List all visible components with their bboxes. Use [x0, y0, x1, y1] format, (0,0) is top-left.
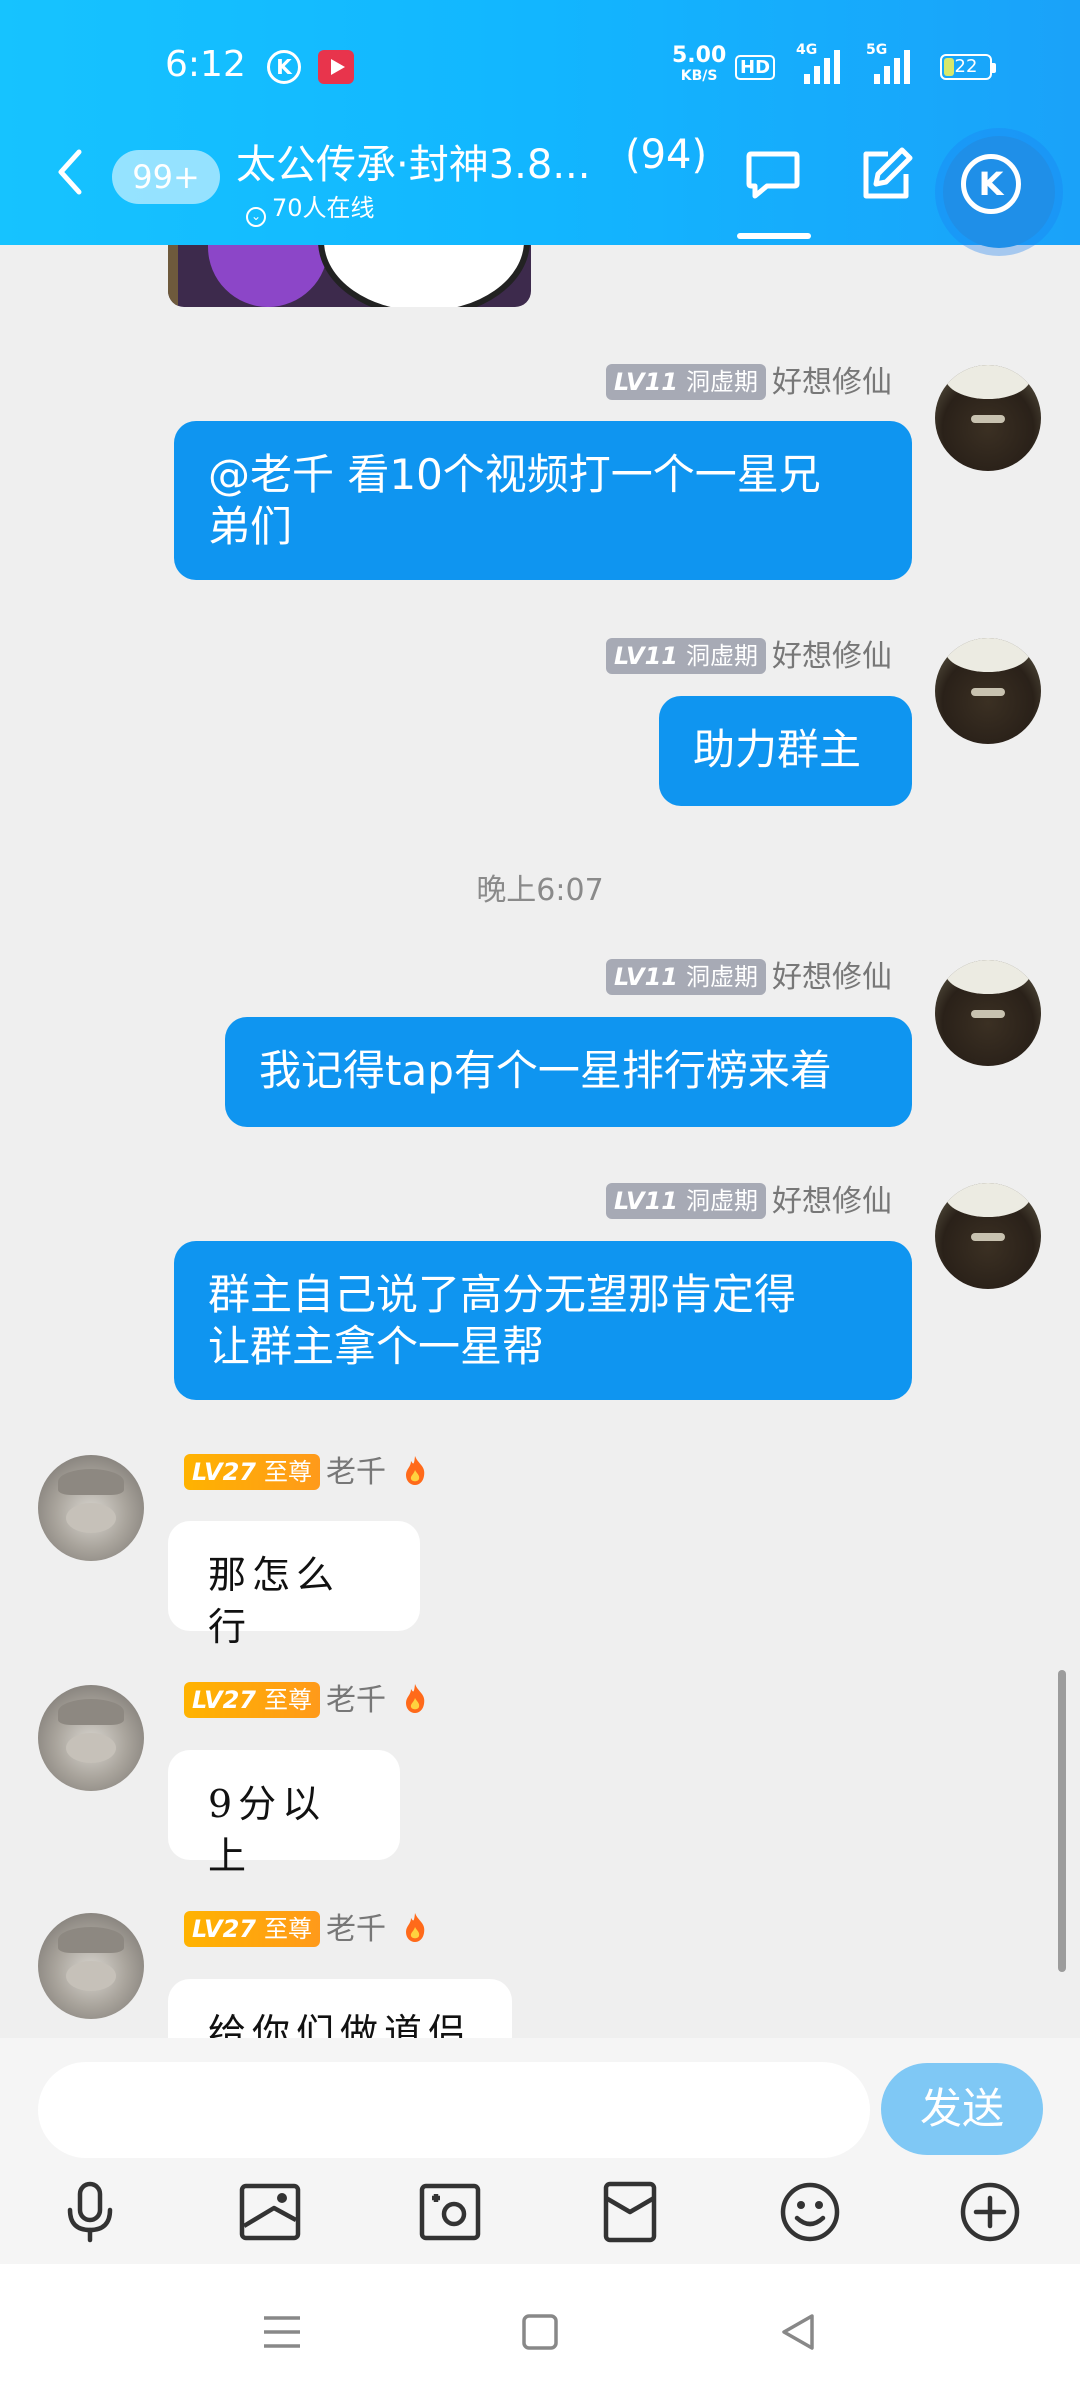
signal-4g-icon: 4G — [796, 42, 842, 84]
avatar[interactable] — [935, 638, 1041, 744]
group-title[interactable]: 太公传承·封神3.8... — [236, 132, 590, 190]
message-list[interactable]: LV11 洞虚期 好想修仙 @老千 看10个视频打一个一星兄 弟们 LV11 洞虚期好… — [0, 245, 1080, 2038]
back-arrow-icon[interactable] — [55, 148, 85, 196]
sender-info: LV27 至尊 老千 — [184, 1447, 428, 1491]
sender-name: 好想修仙 — [772, 365, 892, 400]
sender-info: LV27 至尊 老千 — [184, 1675, 428, 1719]
message-bubble[interactable]: 给你们做道侣 — [168, 1979, 512, 2038]
level-badge: LV11 洞虚期 — [606, 959, 766, 995]
edit-note-icon[interactable] — [858, 146, 914, 202]
red-packet-icon[interactable] — [598, 2180, 662, 2244]
avatar[interactable] — [935, 365, 1041, 471]
sender-info: LV11 洞虚期 好想修仙 — [606, 631, 892, 675]
hd-voice-icon: HD — [735, 55, 776, 80]
fire-icon — [405, 1913, 424, 1942]
message-bubble[interactable]: 9分以上 — [168, 1750, 400, 1878]
avatar[interactable] — [935, 1183, 1041, 1289]
image-message[interactable] — [168, 245, 531, 307]
image-icon[interactable] — [238, 2180, 302, 2244]
sender-name: 老千 — [325, 1912, 386, 1947]
sender-info: LV11 洞虚期 好想修仙 — [606, 952, 892, 996]
avatar[interactable] — [38, 1455, 144, 1561]
sender-name: 老千 — [325, 1683, 386, 1718]
network-speed-value: 5.00 — [672, 43, 727, 68]
k-app-notification-icon: K — [267, 50, 301, 84]
chat-bubble-icon[interactable] — [745, 150, 801, 200]
avatar[interactable] — [935, 960, 1041, 1066]
signal-5g-icon: 5G — [866, 42, 912, 84]
group-member-count: (94) — [625, 132, 708, 178]
camera-icon[interactable] — [418, 2180, 482, 2244]
battery-level: 22 — [954, 56, 978, 77]
chevron-down-icon: ⌄ — [246, 207, 266, 227]
network-speed: 5.00 KB/S — [672, 43, 727, 86]
chat-tab-indicator — [737, 233, 811, 239]
battery-icon: 22 — [940, 54, 996, 80]
message-bubble[interactable]: @老千 看10个视频打一个一星兄 弟们 — [174, 421, 912, 580]
chat-header: 6:12 K 5.00 KB/S HD 4G 5G 22 99+ 太公传承·封神… — [0, 0, 1080, 256]
message-input[interactable] — [38, 2062, 870, 2158]
floating-k-button[interactable]: K — [935, 128, 1063, 256]
microphone-icon[interactable] — [58, 2180, 122, 2244]
back-icon[interactable] — [772, 2308, 824, 2356]
fire-icon — [405, 1456, 424, 1485]
status-bar: 6:12 K 5.00 KB/S HD 4G 5G 22 — [0, 0, 1080, 120]
signal-5g-label: 5G — [866, 42, 888, 58]
level-badge: LV11 洞虚期 — [606, 1183, 766, 1219]
system-nav-bar — [0, 2264, 1080, 2400]
sender-info: LV11 洞虚期 好想修仙 — [606, 1176, 892, 1220]
status-time: 6:12 — [165, 44, 246, 85]
plus-icon[interactable] — [958, 2180, 1022, 2244]
video-app-notification-icon — [318, 50, 354, 84]
message-bubble[interactable]: 助力群主 — [659, 696, 912, 806]
scrollbar[interactable] — [1058, 1670, 1066, 1972]
signal-4g-label: 4G — [796, 42, 818, 58]
input-bar: 发送 — [0, 2038, 1080, 2264]
sender-info: LV27 至尊 老千 — [184, 1904, 428, 1948]
emoji-icon[interactable] — [778, 2180, 842, 2244]
avatar[interactable] — [38, 1685, 144, 1791]
message-bubble[interactable]: 那怎么行 — [168, 1521, 420, 1649]
online-count-text: 70人在线 — [272, 194, 375, 222]
fire-icon — [405, 1684, 424, 1713]
unread-count-badge[interactable]: 99+ — [112, 150, 220, 204]
send-button[interactable]: 发送 — [881, 2063, 1043, 2155]
level-badge: LV27 至尊 — [184, 1682, 320, 1718]
k-logo-icon: K — [961, 154, 1021, 214]
level-badge: LV27 至尊 — [184, 1911, 320, 1947]
avatar[interactable] — [38, 1913, 144, 2019]
online-status[interactable]: ⌄ 70人在线 — [246, 188, 375, 227]
network-speed-unit: KB/S — [680, 68, 718, 84]
message-bubble[interactable]: 群主自己说了高分无望那肯定得 让群主拿个一星帮 — [174, 1241, 912, 1400]
message-bubble[interactable]: 我记得tap有个一星排行榜来着 — [225, 1017, 912, 1127]
sender-name: 老千 — [325, 1455, 386, 1490]
level-badge: LV11 洞虚期 — [606, 638, 766, 674]
sender-name: 好想修仙 — [772, 960, 892, 995]
menu-icon[interactable] — [256, 2308, 308, 2356]
home-icon[interactable] — [514, 2308, 566, 2356]
level-badge: LV11 洞虚期 — [606, 364, 766, 400]
sender-name: 好想修仙 — [772, 1184, 892, 1219]
level-badge: LV27 至尊 — [184, 1454, 320, 1490]
time-separator: 晚上6:07 — [476, 873, 604, 908]
sender-info: LV11 洞虚期 好想修仙 — [606, 357, 892, 401]
sender-name: 好想修仙 — [772, 639, 892, 674]
